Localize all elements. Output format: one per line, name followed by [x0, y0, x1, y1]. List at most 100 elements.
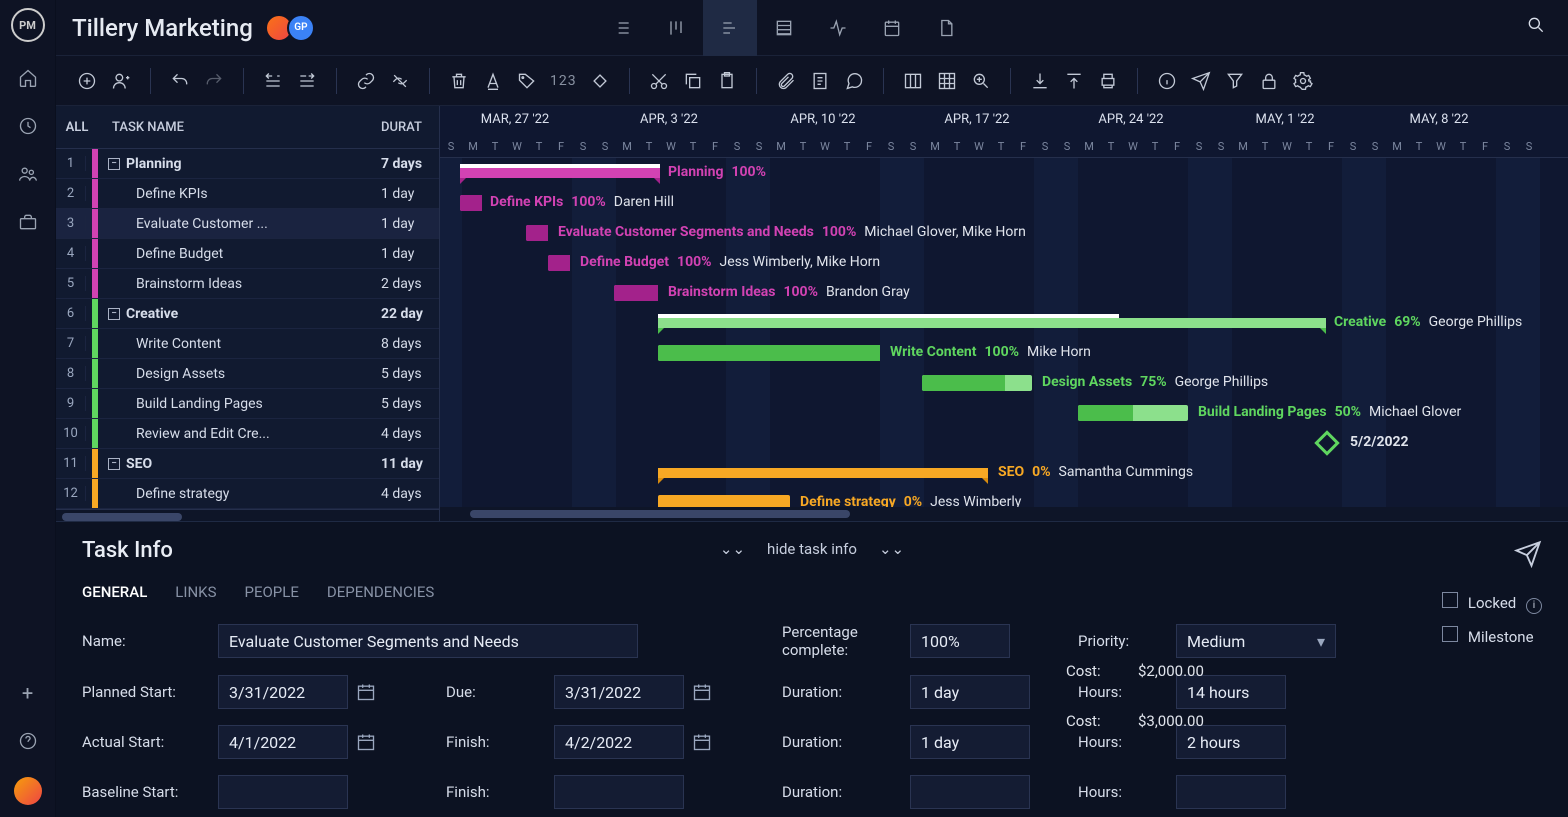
view-gantt-icon[interactable]: [703, 0, 757, 56]
task-row[interactable]: 4Define Budget1 day: [56, 239, 439, 269]
clock-icon[interactable]: [16, 114, 40, 138]
gantt-scrollbar[interactable]: [440, 507, 1568, 521]
copy-icon[interactable]: [678, 66, 708, 96]
baseline-finish-input[interactable]: [554, 775, 684, 809]
project-members[interactable]: GP: [271, 14, 315, 42]
gantt-bar[interactable]: [658, 345, 880, 361]
task-row[interactable]: 10Review and Edit Cre...4 days: [56, 419, 439, 449]
tab-people[interactable]: PEOPLE: [244, 583, 298, 601]
view-list-icon[interactable]: [595, 0, 649, 56]
gantt-bar[interactable]: [658, 468, 988, 478]
zoom-icon[interactable]: [966, 66, 996, 96]
member-avatar[interactable]: GP: [287, 14, 315, 42]
locked-checkbox[interactable]: Locked i: [1442, 592, 1542, 614]
send-icon[interactable]: [1514, 540, 1542, 572]
columns-icon[interactable]: [898, 66, 928, 96]
cost-input[interactable]: $2,000.00: [1138, 662, 1288, 680]
gantt-chart[interactable]: MAR, 27 '22APR, 3 '22APR, 10 '22APR, 17 …: [440, 106, 1568, 521]
lock-icon[interactable]: [1254, 66, 1284, 96]
send-icon[interactable]: [1186, 66, 1216, 96]
priority-select[interactable]: Medium: [1176, 624, 1336, 658]
grid-scrollbar[interactable]: [56, 509, 439, 521]
due-input[interactable]: 3/31/2022: [554, 675, 684, 709]
finish-input[interactable]: 4/2/2022: [554, 725, 684, 759]
calendar-icon[interactable]: [354, 680, 378, 704]
task-row[interactable]: 12Define strategy4 days: [56, 479, 439, 509]
link-icon[interactable]: [351, 66, 381, 96]
assign-icon[interactable]: [106, 66, 136, 96]
col-all[interactable]: ALL: [62, 120, 92, 135]
view-sheet-icon[interactable]: [757, 0, 811, 56]
tab-dependencies[interactable]: DEPENDENCIES: [327, 583, 434, 601]
notes-icon[interactable]: [805, 66, 835, 96]
add-task-icon[interactable]: [72, 66, 102, 96]
indent-icon[interactable]: [292, 66, 322, 96]
collapse-icon[interactable]: −: [108, 308, 120, 320]
task-row[interactable]: 9Build Landing Pages5 days: [56, 389, 439, 419]
gantt-bar[interactable]: [614, 285, 658, 301]
tab-links[interactable]: LINKS: [175, 583, 216, 601]
gantt-bar[interactable]: [460, 168, 660, 178]
task-row[interactable]: 5Brainstorm Ideas2 days: [56, 269, 439, 299]
view-board-icon[interactable]: [649, 0, 703, 56]
people-icon[interactable]: [16, 162, 40, 186]
hide-panel-toggle[interactable]: ⌄⌄ hide task info ⌄⌄: [720, 540, 904, 558]
text-style-icon[interactable]: [478, 66, 508, 96]
milestone-diamond[interactable]: [1314, 430, 1339, 455]
tag-icon[interactable]: [512, 66, 542, 96]
milestone-icon[interactable]: [585, 66, 615, 96]
comment-icon[interactable]: [839, 66, 869, 96]
settings-icon[interactable]: [1288, 66, 1318, 96]
gantt-bar[interactable]: [526, 225, 548, 241]
collapse-icon[interactable]: −: [108, 158, 120, 170]
planned-start-input[interactable]: 3/31/2022: [218, 675, 348, 709]
tab-general[interactable]: GENERAL: [82, 583, 147, 601]
calendar-icon[interactable]: [690, 730, 714, 754]
help-icon[interactable]: [16, 729, 40, 753]
paste-icon[interactable]: [712, 66, 742, 96]
briefcase-icon[interactable]: [16, 210, 40, 234]
task-row[interactable]: 2Define KPIs1 day: [56, 179, 439, 209]
task-name-input[interactable]: Evaluate Customer Segments and Needs: [218, 624, 638, 658]
duration-input[interactable]: 1 day: [910, 675, 1030, 709]
import-icon[interactable]: [1025, 66, 1055, 96]
task-row[interactable]: 6−Creative22 day: [56, 299, 439, 329]
cost-input[interactable]: $3,000.00: [1138, 712, 1288, 730]
undo-icon[interactable]: [165, 66, 195, 96]
duration-input[interactable]: 1 day: [910, 725, 1030, 759]
redo-icon[interactable]: [199, 66, 229, 96]
calendar-icon[interactable]: [354, 730, 378, 754]
home-icon[interactable]: [16, 66, 40, 90]
user-avatar[interactable]: [14, 777, 42, 805]
calendar-icon[interactable]: [690, 680, 714, 704]
view-activity-icon[interactable]: [811, 0, 865, 56]
view-file-icon[interactable]: [919, 0, 973, 56]
app-logo[interactable]: PM: [11, 8, 45, 42]
baseline-start-input[interactable]: [218, 775, 348, 809]
gantt-bar[interactable]: [658, 318, 1326, 328]
task-row[interactable]: 7Write Content8 days: [56, 329, 439, 359]
add-icon[interactable]: +: [22, 681, 33, 705]
outdent-icon[interactable]: [258, 66, 288, 96]
collapse-icon[interactable]: −: [108, 458, 120, 470]
task-row[interactable]: 8Design Assets5 days: [56, 359, 439, 389]
task-grid[interactable]: ALL TASK NAME DURAT 1−Planning7 days2Def…: [56, 106, 440, 521]
print-icon[interactable]: [1093, 66, 1123, 96]
gantt-bar[interactable]: [548, 255, 570, 271]
task-row[interactable]: 3Evaluate Customer ...1 day: [56, 209, 439, 239]
info-icon[interactable]: [1152, 66, 1182, 96]
task-row[interactable]: 1−Planning7 days: [56, 149, 439, 179]
task-row[interactable]: 11−SEO11 day: [56, 449, 439, 479]
view-calendar-icon[interactable]: [865, 0, 919, 56]
gantt-bar[interactable]: [460, 195, 482, 211]
col-name[interactable]: TASK NAME: [104, 120, 381, 135]
attachment-icon[interactable]: [771, 66, 801, 96]
delete-icon[interactable]: [444, 66, 474, 96]
unlink-icon[interactable]: [385, 66, 415, 96]
gantt-bar[interactable]: [1078, 405, 1188, 421]
wbs-icon[interactable]: 123: [546, 66, 581, 96]
pct-input[interactable]: 100%: [910, 624, 1010, 658]
filter-icon[interactable]: [1220, 66, 1250, 96]
baseline-hours-input[interactable]: [1176, 775, 1286, 809]
export-icon[interactable]: [1059, 66, 1089, 96]
